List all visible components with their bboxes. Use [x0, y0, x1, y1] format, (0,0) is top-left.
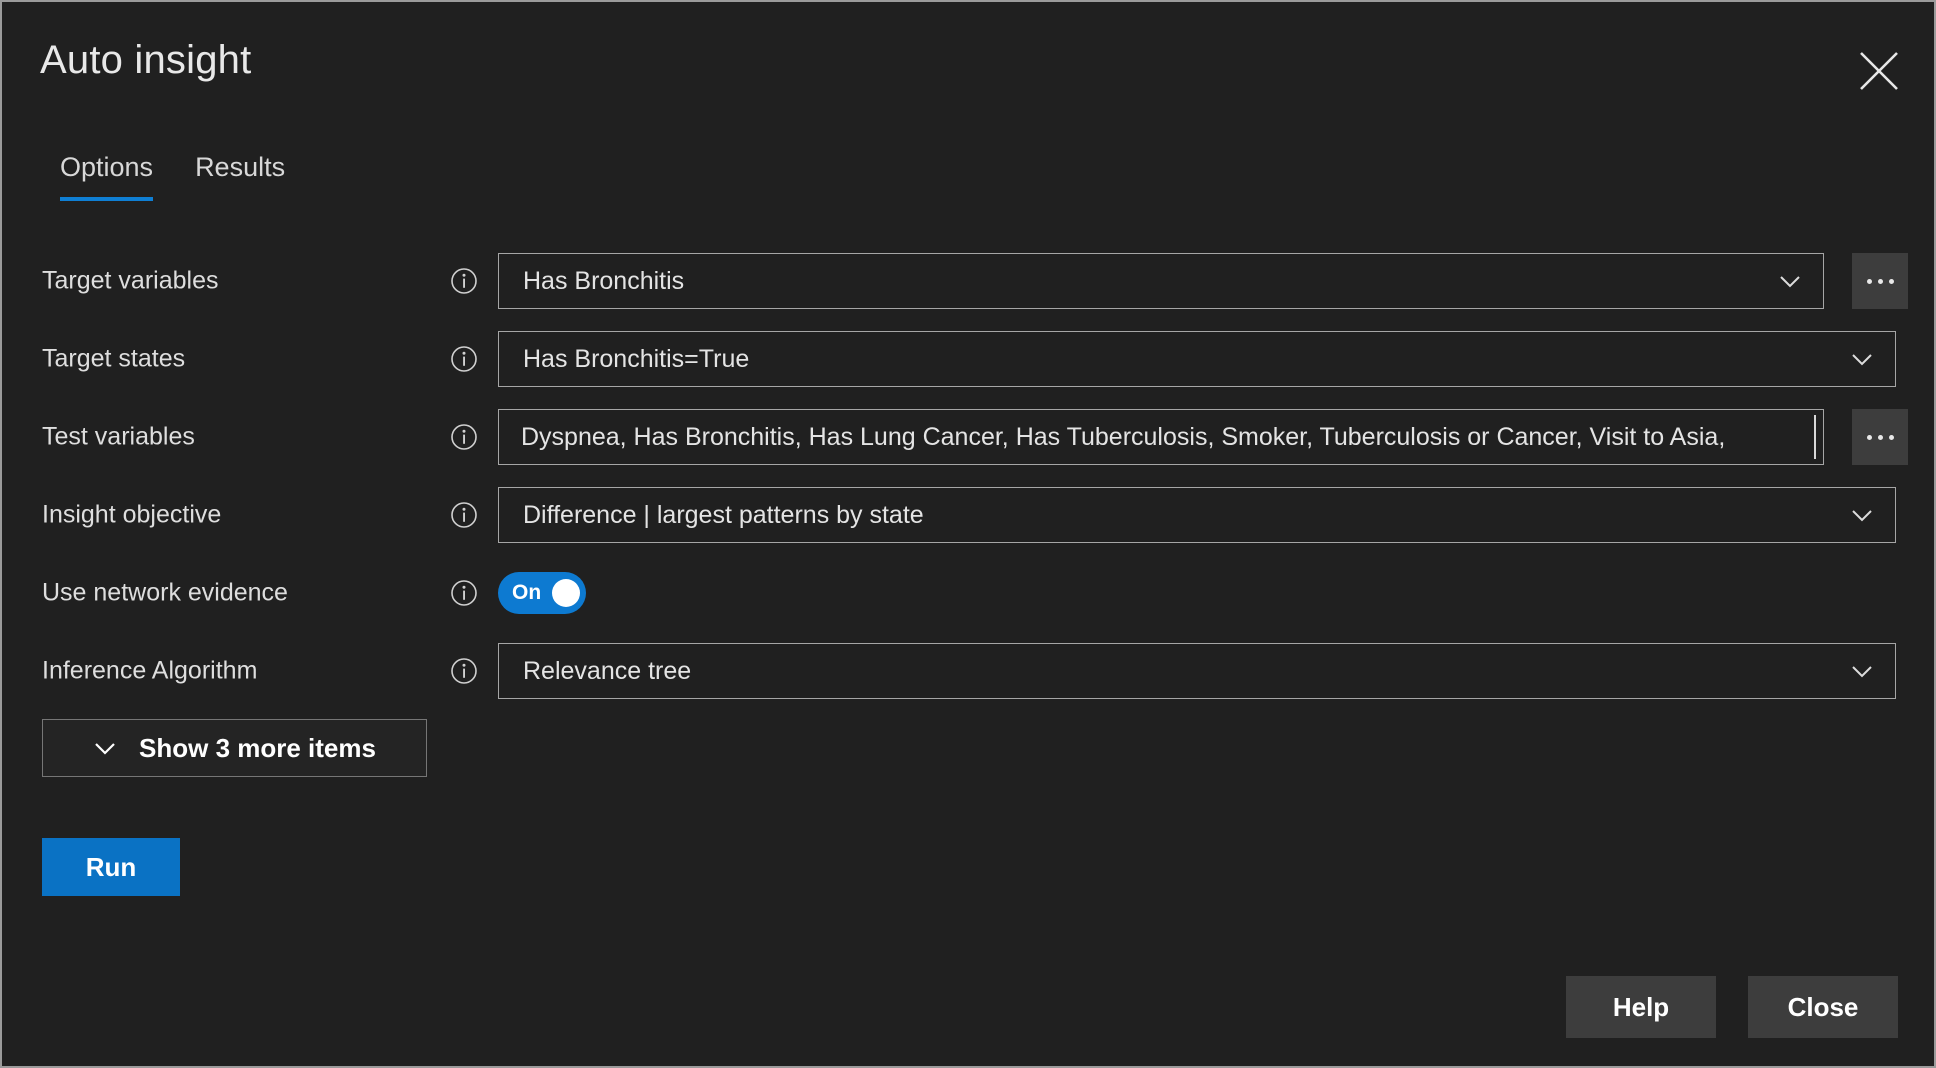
info-icon-test-variables[interactable] — [450, 423, 478, 451]
combobox-insight-objective[interactable]: Difference | largest patterns by state — [498, 487, 1896, 543]
more-options-button-target-variables[interactable] — [1852, 253, 1908, 309]
ellipsis-icon — [1889, 435, 1894, 440]
label-use-network-evidence: Use network evidence — [42, 579, 288, 608]
run-button[interactable]: Run — [42, 838, 180, 896]
info-icon-target-variables[interactable] — [450, 267, 478, 295]
control-insight-objective: Difference | largest patterns by state — [498, 487, 1896, 543]
toggle-use-network-evidence[interactable]: On — [498, 572, 586, 614]
ellipsis-icon — [1878, 279, 1883, 284]
form-row-target-variables: Target variables Has Bronchitis — [2, 242, 1934, 320]
form-row-inference-algorithm: Inference Algorithm Relevance tree — [2, 632, 1934, 710]
form-row-insight-objective: Insight objective Difference | largest p… — [2, 476, 1934, 554]
info-icon — [450, 345, 478, 373]
control-inference-algorithm: Relevance tree — [498, 643, 1896, 699]
textbox-test-variables-value: Dyspnea, Has Bronchitis, Has Lung Cancer… — [499, 423, 1733, 452]
help-button[interactable]: Help — [1566, 976, 1716, 1038]
tab-results-label: Results — [195, 152, 285, 182]
tab-options-label: Options — [60, 152, 153, 182]
form-row-target-states: Target states Has Bronchitis=True — [2, 320, 1934, 398]
close-dialog-button-label: Close — [1788, 992, 1859, 1023]
run-button-label: Run — [86, 852, 137, 883]
control-test-variables: Dyspnea, Has Bronchitis, Has Lung Cancer… — [498, 409, 1824, 465]
close-button[interactable] — [1856, 48, 1902, 94]
info-icon — [450, 267, 478, 295]
label-test-variables: Test variables — [42, 423, 195, 452]
close-icon — [1856, 48, 1902, 94]
chevron-down-icon — [93, 736, 117, 760]
info-icon-inference-algorithm[interactable] — [450, 657, 478, 685]
combobox-target-states[interactable]: Has Bronchitis=True — [498, 331, 1896, 387]
tab-bar: Options Results — [60, 152, 285, 201]
chevron-down-icon — [1849, 346, 1875, 372]
close-dialog-button[interactable]: Close — [1748, 976, 1898, 1038]
label-inference-algorithm: Inference Algorithm — [42, 657, 257, 686]
page-title: Auto insight — [40, 38, 251, 83]
dialog-footer: Help Close — [1566, 976, 1898, 1038]
control-target-variables: Has Bronchitis — [498, 253, 1824, 309]
combobox-inference-algorithm[interactable]: Relevance tree — [498, 643, 1896, 699]
toggle-knob — [552, 579, 580, 607]
dialog-title-bar: Auto insight — [2, 2, 1934, 120]
info-icon — [450, 423, 478, 451]
info-icon-use-network-evidence[interactable] — [450, 579, 478, 607]
info-icon — [450, 501, 478, 529]
info-icon-insight-objective[interactable] — [450, 501, 478, 529]
label-target-states: Target states — [42, 345, 185, 374]
combobox-target-states-value: Has Bronchitis=True — [499, 345, 807, 374]
info-icon-target-states[interactable] — [450, 345, 478, 373]
tab-results[interactable]: Results — [195, 152, 285, 201]
chevron-down-icon — [1849, 502, 1875, 528]
textbox-test-variables[interactable]: Dyspnea, Has Bronchitis, Has Lung Cancer… — [498, 409, 1824, 465]
ellipsis-icon — [1867, 435, 1872, 440]
form-row-test-variables: Test variables Dyspnea, Has Bronchitis, … — [2, 398, 1934, 476]
control-target-states: Has Bronchitis=True — [498, 331, 1896, 387]
tab-options[interactable]: Options — [60, 152, 153, 201]
toggle-state-label: On — [512, 581, 541, 605]
show-more-items-label: Show 3 more items — [139, 733, 376, 764]
combobox-target-variables[interactable]: Has Bronchitis — [498, 253, 1824, 309]
form-row-use-network-evidence: Use network evidence On — [2, 554, 1934, 632]
combobox-inference-algorithm-value: Relevance tree — [499, 657, 749, 686]
label-insight-objective: Insight objective — [42, 501, 221, 530]
combobox-target-variables-value: Has Bronchitis — [499, 267, 742, 296]
show-more-items-button[interactable]: Show 3 more items — [42, 719, 427, 777]
ellipsis-icon — [1889, 279, 1894, 284]
options-form: Target variables Has Bronchitis — [2, 242, 1934, 710]
more-options-button-test-variables[interactable] — [1852, 409, 1908, 465]
label-target-variables: Target variables — [42, 267, 218, 296]
chevron-down-icon — [1849, 658, 1875, 684]
auto-insight-dialog: Auto insight Options Results Target vari… — [0, 0, 1936, 1068]
info-icon — [450, 579, 478, 607]
combobox-insight-objective-value: Difference | largest patterns by state — [499, 501, 982, 530]
ellipsis-icon — [1867, 279, 1872, 284]
text-caret — [1814, 415, 1816, 459]
info-icon — [450, 657, 478, 685]
ellipsis-icon — [1878, 435, 1883, 440]
help-button-label: Help — [1613, 992, 1669, 1023]
chevron-down-icon — [1777, 268, 1803, 294]
